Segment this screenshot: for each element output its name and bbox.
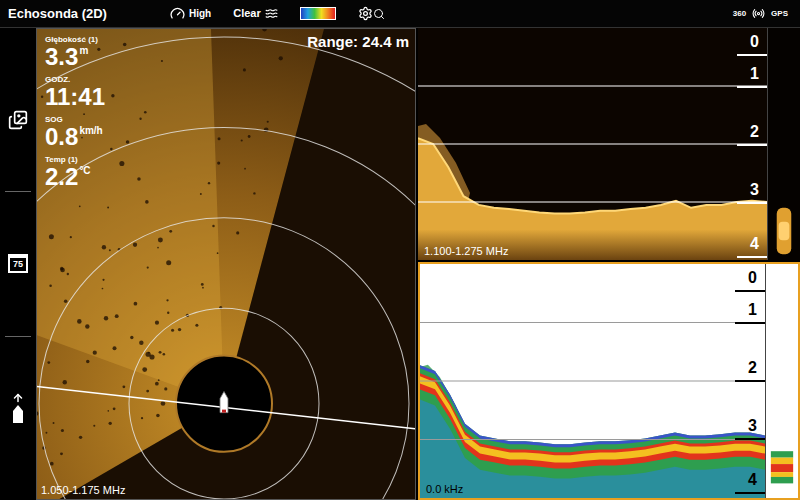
frequency-label: 0.0 kHz	[426, 482, 463, 496]
depth-label: 4	[750, 235, 759, 253]
depth-tick	[737, 54, 767, 56]
depth-tick	[735, 290, 765, 292]
app: Echosonda (2D)High Clear 360 GPS 75 Głębokość…	[0, 0, 800, 500]
readout: SOG0.8km/h	[45, 115, 105, 149]
readouts: Głębokość (1)3.3m GODZ.11:41 SOG0.8km/h Tem…	[45, 35, 105, 189]
depth-label: 1	[750, 65, 759, 83]
depth-tick	[735, 322, 765, 324]
settings-button[interactable]	[358, 6, 385, 21]
gauge-icon	[170, 6, 185, 21]
depth-scale: 0 1 2 3 4	[731, 264, 765, 498]
mode-button[interactable]: Clear	[233, 5, 278, 22]
sonar-chart	[418, 28, 767, 260]
depth-label: 4	[748, 471, 757, 489]
sidebar: 75	[0, 28, 36, 500]
depth-label: 2	[748, 359, 757, 377]
waves-icon	[265, 7, 278, 20]
depth-tick	[737, 144, 767, 146]
depth-label: 3	[750, 181, 759, 199]
depth-label: 3	[748, 417, 757, 435]
depth-scale: 0 1 2 3 4	[733, 28, 767, 260]
sensitivity-button[interactable]: High	[170, 6, 211, 21]
flasher-strip	[768, 28, 800, 260]
depth-label: 2	[750, 123, 759, 141]
speed-badge[interactable]: 75	[8, 254, 28, 273]
depth-label: 0	[750, 33, 759, 51]
readout: Głębokość (1)3.3m	[45, 35, 105, 69]
top-bar: Echosonda (2D)High Clear 360 GPS	[0, 0, 800, 28]
depth-tick	[737, 202, 767, 204]
imaging-panel[interactable]: Głębokość (1)3.3m GODZ.11:41 SOG0.8km/h Tem…	[36, 28, 416, 500]
sonar-panel[interactable]: 0 1 2 3 4 0.0 kHz	[418, 262, 800, 500]
boat-icon[interactable]	[12, 404, 24, 424]
window-title: Echosonda (2D)	[8, 4, 170, 24]
heading-arrow-icon	[12, 392, 24, 404]
depth-label: 0	[748, 269, 757, 287]
sonar-icon	[752, 7, 765, 20]
depth-label: 1	[748, 301, 757, 319]
search-icon	[373, 8, 385, 20]
boat-icon	[220, 392, 228, 413]
palette-button[interactable]	[300, 7, 336, 20]
sonar-panel[interactable]: 0 1 2 3 4 1.100-1.275 MHz	[418, 28, 800, 260]
flasher-strip	[766, 264, 798, 498]
status-gps: GPS	[771, 8, 788, 20]
depth-tick	[735, 492, 765, 494]
gallery-icon[interactable]	[8, 110, 28, 130]
sonar-chart	[420, 264, 765, 498]
gear-icon	[358, 6, 373, 21]
range-label: Range: 24.4 m	[307, 31, 409, 54]
frequency-label: 1.100-1.275 MHz	[424, 244, 508, 258]
depth-tick	[735, 380, 765, 382]
frequency-label: 1.050-1.175 MHz	[41, 483, 125, 497]
readout: Temp (1)2.2°C	[45, 155, 105, 189]
depth-tick	[735, 438, 765, 440]
depth-tick	[737, 86, 767, 88]
readout: GODZ.11:41	[45, 75, 105, 109]
status-360: 360	[733, 8, 746, 20]
depth-tick	[737, 256, 767, 258]
